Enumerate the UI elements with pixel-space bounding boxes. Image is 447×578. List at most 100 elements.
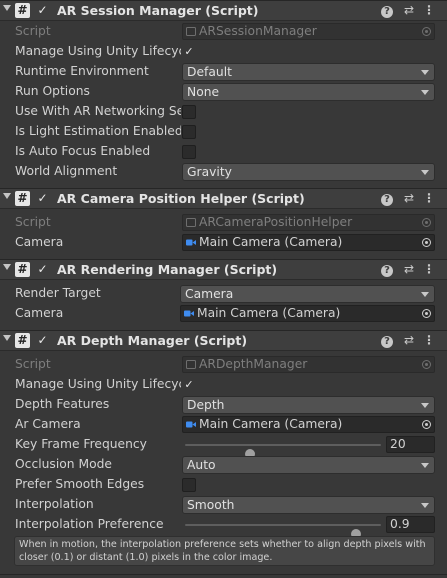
object-picker-icon[interactable] [422,309,431,318]
component-title: AR Session Manager (Script) [57,3,259,18]
camera-object-field[interactable]: Main Camera (Camera) [182,234,435,251]
presets-icon[interactable]: ⇄ [401,2,417,18]
component-enabled-checkbox[interactable]: ✓ [36,263,49,276]
field-row-script: Script ARCameraPositionHelper [0,213,447,233]
field-label: Interpolation [15,497,94,511]
script-icon: # [15,3,30,18]
field-row-manage-lifecycle: Manage Using Unity Lifecycle ✓ [0,375,447,395]
field-label: Prefer Smooth Edges [15,477,145,491]
presets-icon[interactable]: ⇄ [401,190,417,206]
key-frame-frequency-slider[interactable] [185,444,381,459]
field-row-key-frame-frequency: Key Frame Frequency 20 [0,435,447,459]
kebab-menu-icon[interactable]: ⋮ [421,261,437,277]
interpolation-preference-input[interactable]: 0.9 [386,516,435,533]
field-label: Depth Features [15,397,110,411]
render-target-dropdown[interactable]: Camera [180,285,435,303]
fold-arrow-icon[interactable] [3,335,11,341]
component-header-ar-camera-position-helper[interactable]: # ✓ AR Camera Position Helper (Script) ?… [0,188,447,209]
script-reference-field: ARDepthManager [182,356,435,373]
script-reference-field: ARCameraPositionHelper [182,214,435,231]
help-icon[interactable]: ? [379,2,395,18]
kebab-menu-icon[interactable]: ⋮ [421,332,437,348]
component-enabled-checkbox[interactable]: ✓ [36,192,49,205]
field-row-interpolation-preference: Interpolation Preference 0.9 [0,515,447,539]
field-label: Camera [15,235,64,249]
field-label: Manage Using Unity Lifecycle [15,44,181,58]
field-row-prefer-smooth-edges: Prefer Smooth Edges [0,475,447,495]
field-row-render-target: Render Target Camera [0,284,447,304]
occlusion-mode-dropdown[interactable]: Auto [182,456,435,474]
field-row-camera: Camera Main Camera (Camera) [0,233,447,253]
field-row-runtime-environment: Runtime Environment Default [0,62,447,82]
camera-icon [186,239,196,246]
help-icon[interactable]: ? [379,190,395,206]
ar-camera-object-field[interactable]: Main Camera (Camera) [182,416,435,433]
object-picker-icon[interactable] [422,238,431,247]
component-title: AR Depth Manager (Script) [57,333,248,348]
fold-arrow-icon[interactable] [3,264,11,270]
help-icon[interactable]: ? [379,332,395,348]
field-label: Use With AR Networking Session [15,104,181,118]
field-row-interpolation: Interpolation Smooth [0,495,447,515]
presets-icon[interactable]: ⇄ [401,332,417,348]
interpolation-preference-slider[interactable] [185,524,381,539]
help-box: When in motion, the interpolation prefer… [14,536,435,566]
field-row-run-options: Run Options None [0,82,447,102]
runtime-environment-dropdown[interactable]: Default [182,63,435,81]
field-label: World Alignment [15,164,118,178]
script-icon: # [15,333,30,348]
field-label: Ar Camera [15,417,81,431]
interpolation-dropdown[interactable]: Smooth [182,496,435,514]
field-label: Render Target [15,286,101,300]
divider [0,574,447,575]
object-picker-icon[interactable] [422,420,431,429]
field-row-ar-camera: Ar Camera Main Camera (Camera) [0,415,447,435]
manage-lifecycle-checkbox[interactable]: ✓ [182,45,196,59]
kebab-menu-icon[interactable]: ⋮ [421,2,437,18]
object-picker-icon [422,218,431,227]
key-frame-frequency-input[interactable]: 20 [386,436,435,453]
field-label: Run Options [15,84,90,98]
script-icon: # [15,262,30,277]
world-alignment-dropdown[interactable]: Gravity [182,163,435,181]
field-label: Runtime Environment [15,64,149,78]
inspector-panel: # ✓ AR Session Manager (Script) ? ⇄ ⋮ Sc… [0,0,447,578]
field-label: Script [15,357,51,371]
auto-focus-checkbox[interactable] [182,145,196,159]
use-networking-checkbox[interactable] [182,105,196,119]
script-reference-field: ARSessionManager [182,23,435,40]
dropdown-arrow-icon [421,170,429,175]
dropdown-arrow-icon [421,403,429,408]
component-header-ar-depth-manager[interactable]: # ✓ AR Depth Manager (Script) ? ⇄ ⋮ [0,330,447,351]
field-row-occlusion-mode: Occlusion Mode Auto [0,455,447,475]
presets-icon[interactable]: ⇄ [401,261,417,277]
fold-arrow-icon[interactable] [3,5,11,11]
script-asset-icon [186,218,196,227]
field-label: Camera [15,306,64,320]
manage-lifecycle-checkbox[interactable]: ✓ [182,378,196,392]
field-label: Is Auto Focus Enabled [15,144,151,158]
field-label: Script [15,24,51,38]
component-header-ar-session-manager[interactable]: # ✓ AR Session Manager (Script) ? ⇄ ⋮ [0,0,447,21]
component-header-ar-rendering-manager[interactable]: # ✓ AR Rendering Manager (Script) ? ⇄ ⋮ [0,259,447,280]
field-label: Key Frame Frequency [15,437,147,451]
field-row-script: Script ARDepthManager [0,355,447,375]
component-enabled-checkbox[interactable]: ✓ [36,334,49,347]
help-icon[interactable]: ? [379,261,395,277]
dropdown-arrow-icon [421,70,429,75]
script-icon: # [15,191,30,206]
component-enabled-checkbox[interactable]: ✓ [36,4,49,17]
dropdown-arrow-icon [421,503,429,508]
kebab-menu-icon[interactable]: ⋮ [421,190,437,206]
field-row-depth-features: Depth Features Depth [0,395,447,415]
camera-object-field[interactable]: Main Camera (Camera) [180,305,435,322]
component-title: AR Camera Position Helper (Script) [57,191,305,206]
light-estimation-checkbox[interactable] [182,125,196,139]
field-row-camera: Camera Main Camera (Camera) [0,304,447,324]
field-label: Occlusion Mode [15,457,112,471]
depth-features-dropdown[interactable]: Depth [182,396,435,414]
run-options-dropdown[interactable]: None [182,83,435,101]
dropdown-arrow-icon [421,463,429,468]
prefer-smooth-edges-checkbox[interactable] [182,478,196,492]
fold-arrow-icon[interactable] [3,193,11,199]
